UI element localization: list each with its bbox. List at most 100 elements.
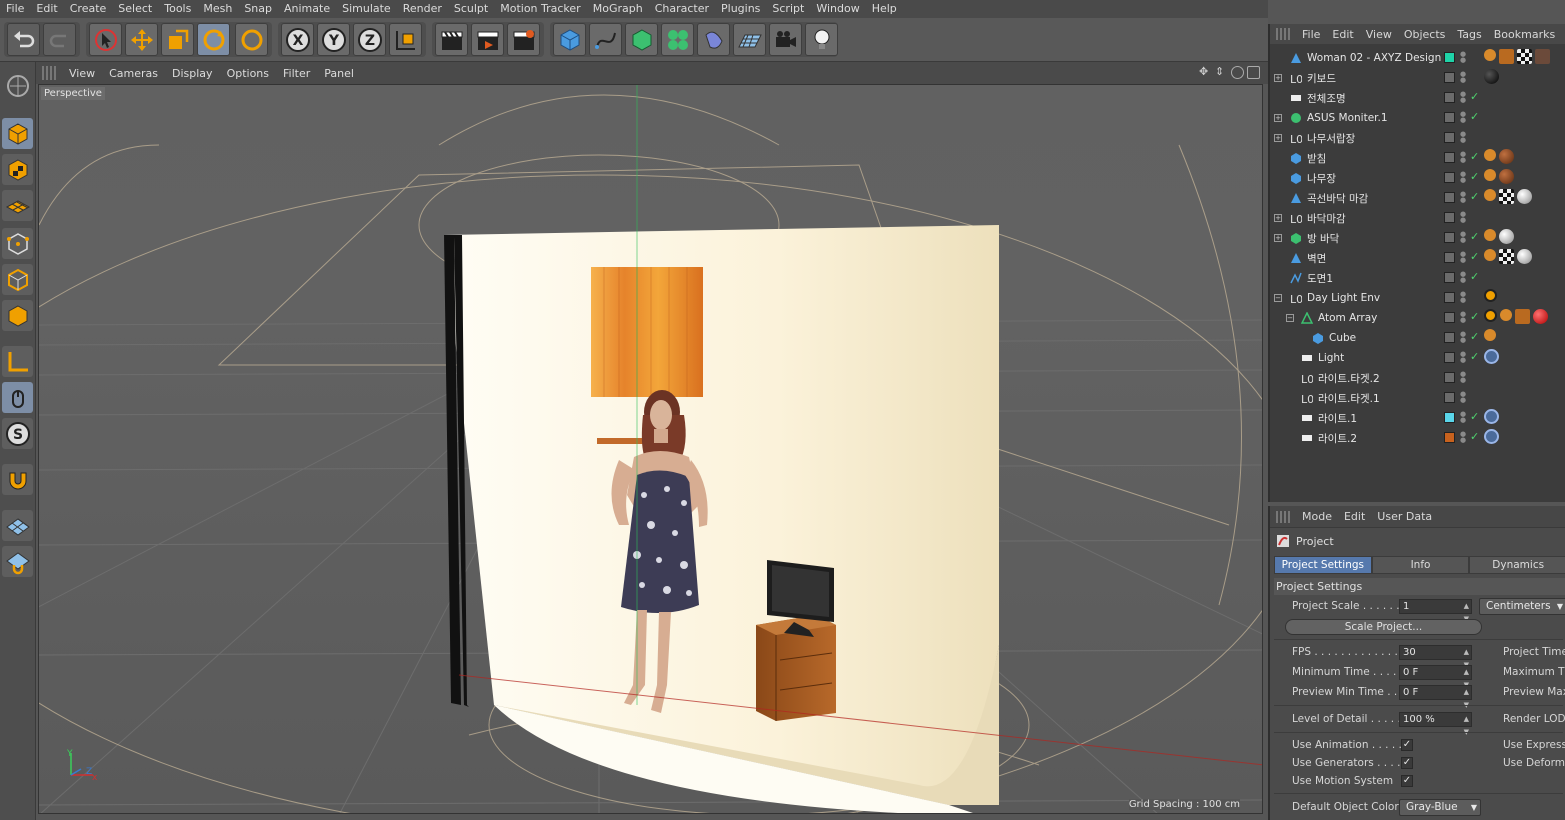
visibility-dots[interactable]: ● ● [1460,371,1466,385]
axis-mode-button[interactable] [2,346,33,377]
visibility-dots[interactable]: ● ● [1460,311,1466,325]
y-axis-lock-button[interactable]: Y [317,23,350,56]
object-row[interactable]: L0 라이트.타겟.2 ● ● [1270,368,1565,388]
panel-grip[interactable] [42,66,56,80]
add-floor-button[interactable] [733,23,766,56]
toggle-view-icon[interactable] [1247,66,1260,79]
enabled-check-icon[interactable]: ✓ [1470,330,1479,343]
object-row[interactable]: Light ● ● ✓ [1270,348,1565,368]
tab-dynamics[interactable]: Dynamics [1469,556,1565,574]
workplane-lock-button[interactable] [2,510,33,541]
enabled-check-icon[interactable]: ✓ [1470,410,1479,423]
snap-button[interactable]: S [2,418,33,449]
coordinate-system-button[interactable] [389,23,422,56]
attr-menu-user-data[interactable]: User Data [1371,510,1438,523]
visibility-dots[interactable]: ● ● [1460,191,1466,205]
attr-menu-edit[interactable]: Edit [1338,510,1371,523]
vp-menu-view[interactable]: View [62,67,102,80]
spinner-icon[interactable]: ▲▼ [1464,713,1469,739]
menu-sculpt[interactable]: Sculpt [448,0,494,18]
menu-animate[interactable]: Animate [278,0,336,18]
layer-color-swatch[interactable] [1444,112,1455,123]
lod-input[interactable]: 100 %▲▼ [1399,712,1472,736]
layer-color-swatch[interactable] [1444,372,1455,383]
move-tool-button[interactable] [125,23,158,56]
object-row[interactable]: 곡선바닥 마감 ● ● ✓ [1270,188,1565,208]
model-mode-button[interactable] [2,118,33,149]
visibility-dots[interactable]: ● ● [1460,111,1466,125]
tab-info[interactable]: Info [1371,556,1470,574]
enabled-check-icon[interactable]: ✓ [1470,230,1479,243]
expand-toggle[interactable]: + [1274,234,1282,242]
vp-menu-filter[interactable]: Filter [276,67,317,80]
min-time-input[interactable]: 0 F▲▼ [1399,665,1472,689]
menu-simulate[interactable]: Simulate [336,0,397,18]
live-selection-button[interactable] [89,23,122,56]
enabled-check-icon[interactable]: ✓ [1470,250,1479,263]
menu-select[interactable]: Select [112,0,158,18]
obj-menu-tags[interactable]: Tags [1451,28,1487,41]
enabled-check-icon[interactable]: ✓ [1470,190,1479,203]
menu-edit[interactable]: Edit [30,0,63,18]
layer-color-swatch[interactable] [1444,52,1455,63]
enabled-check-icon[interactable]: ✓ [1470,170,1479,183]
x-axis-lock-button[interactable]: X [281,23,314,56]
object-row[interactable]: 라이트.1 ● ● ✓ [1270,408,1565,428]
scale-project-button[interactable]: Scale Project... [1285,619,1482,635]
project-scale-unit-dropdown[interactable]: Centimeters ▼ [1479,598,1565,615]
menu-character[interactable]: Character [649,0,715,18]
object-row[interactable]: 받침 ● ● ✓ [1270,148,1565,168]
visibility-dots[interactable]: ● ● [1460,131,1466,145]
obj-menu-file[interactable]: File [1296,28,1326,41]
object-row[interactable]: 도면1 ● ● ✓ [1270,268,1565,288]
visibility-dots[interactable]: ● ● [1460,431,1466,445]
add-cube-button[interactable] [553,23,586,56]
recent-tool-button[interactable] [235,23,268,56]
tweak-mode-button[interactable] [2,382,33,413]
layer-color-swatch[interactable] [1444,412,1455,423]
texture-mode-button[interactable] [2,154,33,185]
menu-render[interactable]: Render [397,0,448,18]
visibility-dots[interactable]: ● ● [1460,291,1466,305]
expand-toggle[interactable]: + [1274,214,1282,222]
rotate-tool-button[interactable] [197,23,230,56]
default-color-dropdown[interactable]: Gray-Blue ▼ [1399,799,1481,816]
layer-color-swatch[interactable] [1444,172,1455,183]
layer-color-swatch[interactable] [1444,432,1455,443]
add-mograph-button[interactable] [661,23,694,56]
layer-color-swatch[interactable] [1444,292,1455,303]
object-row[interactable]: + ASUS Moniter.1 ● ● ✓ [1270,108,1565,128]
visibility-dots[interactable]: ● ● [1460,391,1466,405]
menu-tools[interactable]: Tools [158,0,197,18]
visibility-dots[interactable]: ● ● [1460,231,1466,245]
panel-grip[interactable] [1276,28,1290,40]
collapse-toggle[interactable]: − [1286,314,1294,322]
make-editable-button[interactable] [2,70,33,101]
obj-menu-objects[interactable]: Objects [1398,28,1452,41]
object-row[interactable]: + L0 키보드 ● ● [1270,68,1565,88]
obj-menu-view[interactable]: View [1360,28,1398,41]
object-row[interactable]: Cube ● ● ✓ [1270,328,1565,348]
z-axis-lock-button[interactable]: Z [353,23,386,56]
vp-menu-display[interactable]: Display [165,67,220,80]
object-row[interactable]: 전체조명 ● ● ✓ [1270,88,1565,108]
enabled-check-icon[interactable]: ✓ [1470,430,1479,443]
magnet-button[interactable] [2,464,33,495]
object-row[interactable]: + L0 바닥마감 ● ● [1270,208,1565,228]
add-light-button[interactable] [805,23,838,56]
visibility-dots[interactable]: ● ● [1460,171,1466,185]
layer-color-swatch[interactable] [1444,332,1455,343]
perspective-viewport[interactable]: Y x Z Perspective Grid Spacing : 100 cm [38,84,1263,814]
layer-color-swatch[interactable] [1444,72,1455,83]
polygons-mode-button[interactable] [2,300,33,331]
visibility-dots[interactable]: ● ● [1460,271,1466,285]
visibility-dots[interactable]: ● ● [1460,151,1466,165]
layer-color-swatch[interactable] [1444,252,1455,263]
undo-button[interactable] [7,23,40,56]
visibility-dots[interactable]: ● ● [1460,251,1466,265]
menu-create[interactable]: Create [64,0,113,18]
layer-color-swatch[interactable] [1444,392,1455,403]
workplane-snap-button[interactable] [2,546,33,577]
render-view-button[interactable] [435,23,468,56]
object-row[interactable]: + L0 나무서랍장 ● ● [1270,128,1565,148]
